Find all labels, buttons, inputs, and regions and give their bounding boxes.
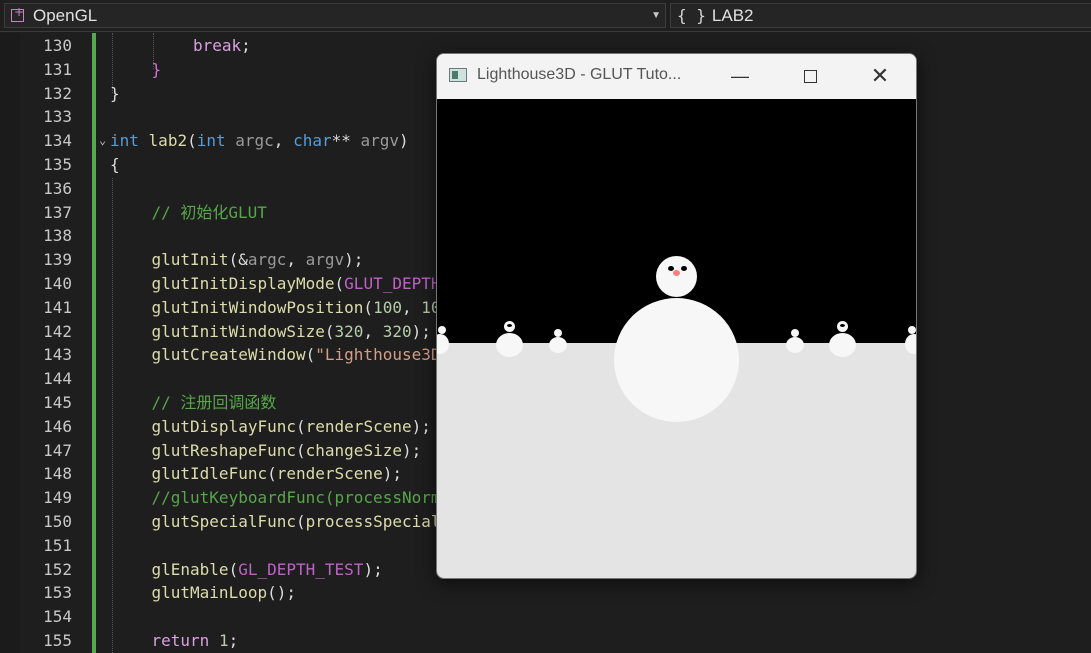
cpp-project-icon: + [11, 6, 27, 24]
line-number: 142 [43, 321, 72, 341]
code-text: } [110, 83, 120, 103]
code-text: glutInitWindowSize(320, 320); [151, 321, 431, 341]
line-number: 151 [43, 535, 72, 555]
close-button[interactable]: ✕ [857, 60, 903, 92]
glut-window[interactable]: Lighthouse3D - GLUT Tuto... — ✕ [436, 53, 917, 579]
navigation-bar: + OpenGL ▼ { } LAB2 [0, 0, 1091, 32]
code-text: glutInitDisplayMode(GLUT_DEPTH [151, 274, 441, 293]
window-title: Lighthouse3D - GLUT Tuto... [477, 66, 682, 83]
code-text: glutInit(&argc, argv); [151, 250, 364, 270]
line-number: 131 [43, 59, 72, 79]
scope-braces-icon: { } [677, 6, 706, 25]
line-number: 150 [43, 512, 72, 531]
line-number: 154 [43, 607, 72, 627]
line-number: 149 [43, 488, 72, 508]
project-name: OpenGL [33, 5, 98, 25]
minimize-button[interactable]: — [717, 60, 763, 92]
snowman-eye [507, 324, 512, 327]
snowman-head [791, 329, 799, 337]
snowman-head [656, 256, 697, 297]
code-text: } [151, 59, 162, 79]
code-line[interactable]: 153 glutMainLoop(); [0, 581, 1091, 605]
line-number: 132 [43, 83, 72, 103]
code-text: glutDisplayFunc(renderScene); [151, 416, 431, 436]
code-text: glutReshapeFunc(changeSize); [151, 440, 422, 460]
scope-dropdown[interactable]: { } LAB2 [670, 3, 1091, 28]
line-number: 138 [43, 226, 72, 246]
snowman-nose [673, 270, 680, 276]
code-text: //glutKeyboardFunc(processNormal [151, 488, 460, 508]
line-number: 137 [43, 202, 72, 222]
code-text: glutMainLoop(); [151, 583, 297, 603]
line-number: 130 [43, 36, 72, 55]
opengl-viewport[interactable] [437, 99, 916, 578]
chevron-down-icon[interactable]: ▼ [651, 10, 661, 21]
line-number: 145 [43, 393, 72, 412]
snowman-body [549, 337, 567, 353]
app-window-icon [449, 68, 467, 82]
maximize-button[interactable] [787, 60, 833, 92]
line-number: 143 [43, 345, 72, 365]
line-number: 153 [43, 583, 72, 603]
code-text: // 注册回调函数 [151, 393, 277, 412]
code-text: glutInitWindowPosition(100, 100 [151, 297, 451, 317]
line-number: 139 [43, 250, 72, 270]
code-text: glutIdleFunc(renderScene); [151, 464, 402, 484]
code-text: glutCreateWindow("Lighthouse3D [151, 345, 441, 365]
line-number: 141 [43, 297, 72, 317]
code-text: glEnable(GL_DEPTH_TEST); [151, 559, 383, 579]
line-number: 152 [43, 559, 72, 579]
snowman-eye [681, 266, 687, 271]
maximize-icon [803, 69, 817, 83]
code-text: glutSpecialFunc(processSpecial [151, 512, 441, 531]
project-dropdown[interactable]: + OpenGL ▼ [4, 3, 666, 28]
line-number: 133 [43, 107, 72, 127]
line-number: 135 [43, 155, 72, 174]
fold-chevron-icon[interactable]: ⌄ [99, 129, 106, 153]
code-line[interactable]: 154 [0, 605, 1091, 629]
snowman-body [905, 334, 916, 354]
snowman-body [496, 333, 523, 357]
snowman-body [786, 337, 804, 353]
line-number: 155 [43, 631, 72, 650]
line-number: 134 [43, 131, 72, 151]
line-number: 136 [43, 178, 72, 198]
code-text: { [110, 155, 120, 174]
line-number: 146 [43, 416, 72, 436]
scope-name: LAB2 [711, 5, 754, 25]
line-number: 147 [43, 440, 72, 460]
code-text: int lab2(int argc, char** argv) [110, 131, 409, 151]
snowman-eye [840, 324, 845, 327]
line-number: 148 [43, 464, 72, 484]
snowman-head [438, 326, 446, 334]
snowman-body [614, 298, 739, 422]
snowman-head [908, 326, 916, 334]
snowman-body [829, 333, 856, 357]
line-number: 140 [43, 274, 72, 293]
window-titlebar[interactable]: Lighthouse3D - GLUT Tuto... — ✕ [437, 54, 916, 99]
code-text: // 初始化GLUT [151, 202, 267, 222]
code-text: return 1; [151, 631, 239, 650]
line-number: 144 [43, 369, 72, 389]
snowman-head [554, 329, 562, 337]
code-line[interactable]: 155 return 1; [0, 629, 1091, 653]
code-text: break; [193, 36, 251, 55]
